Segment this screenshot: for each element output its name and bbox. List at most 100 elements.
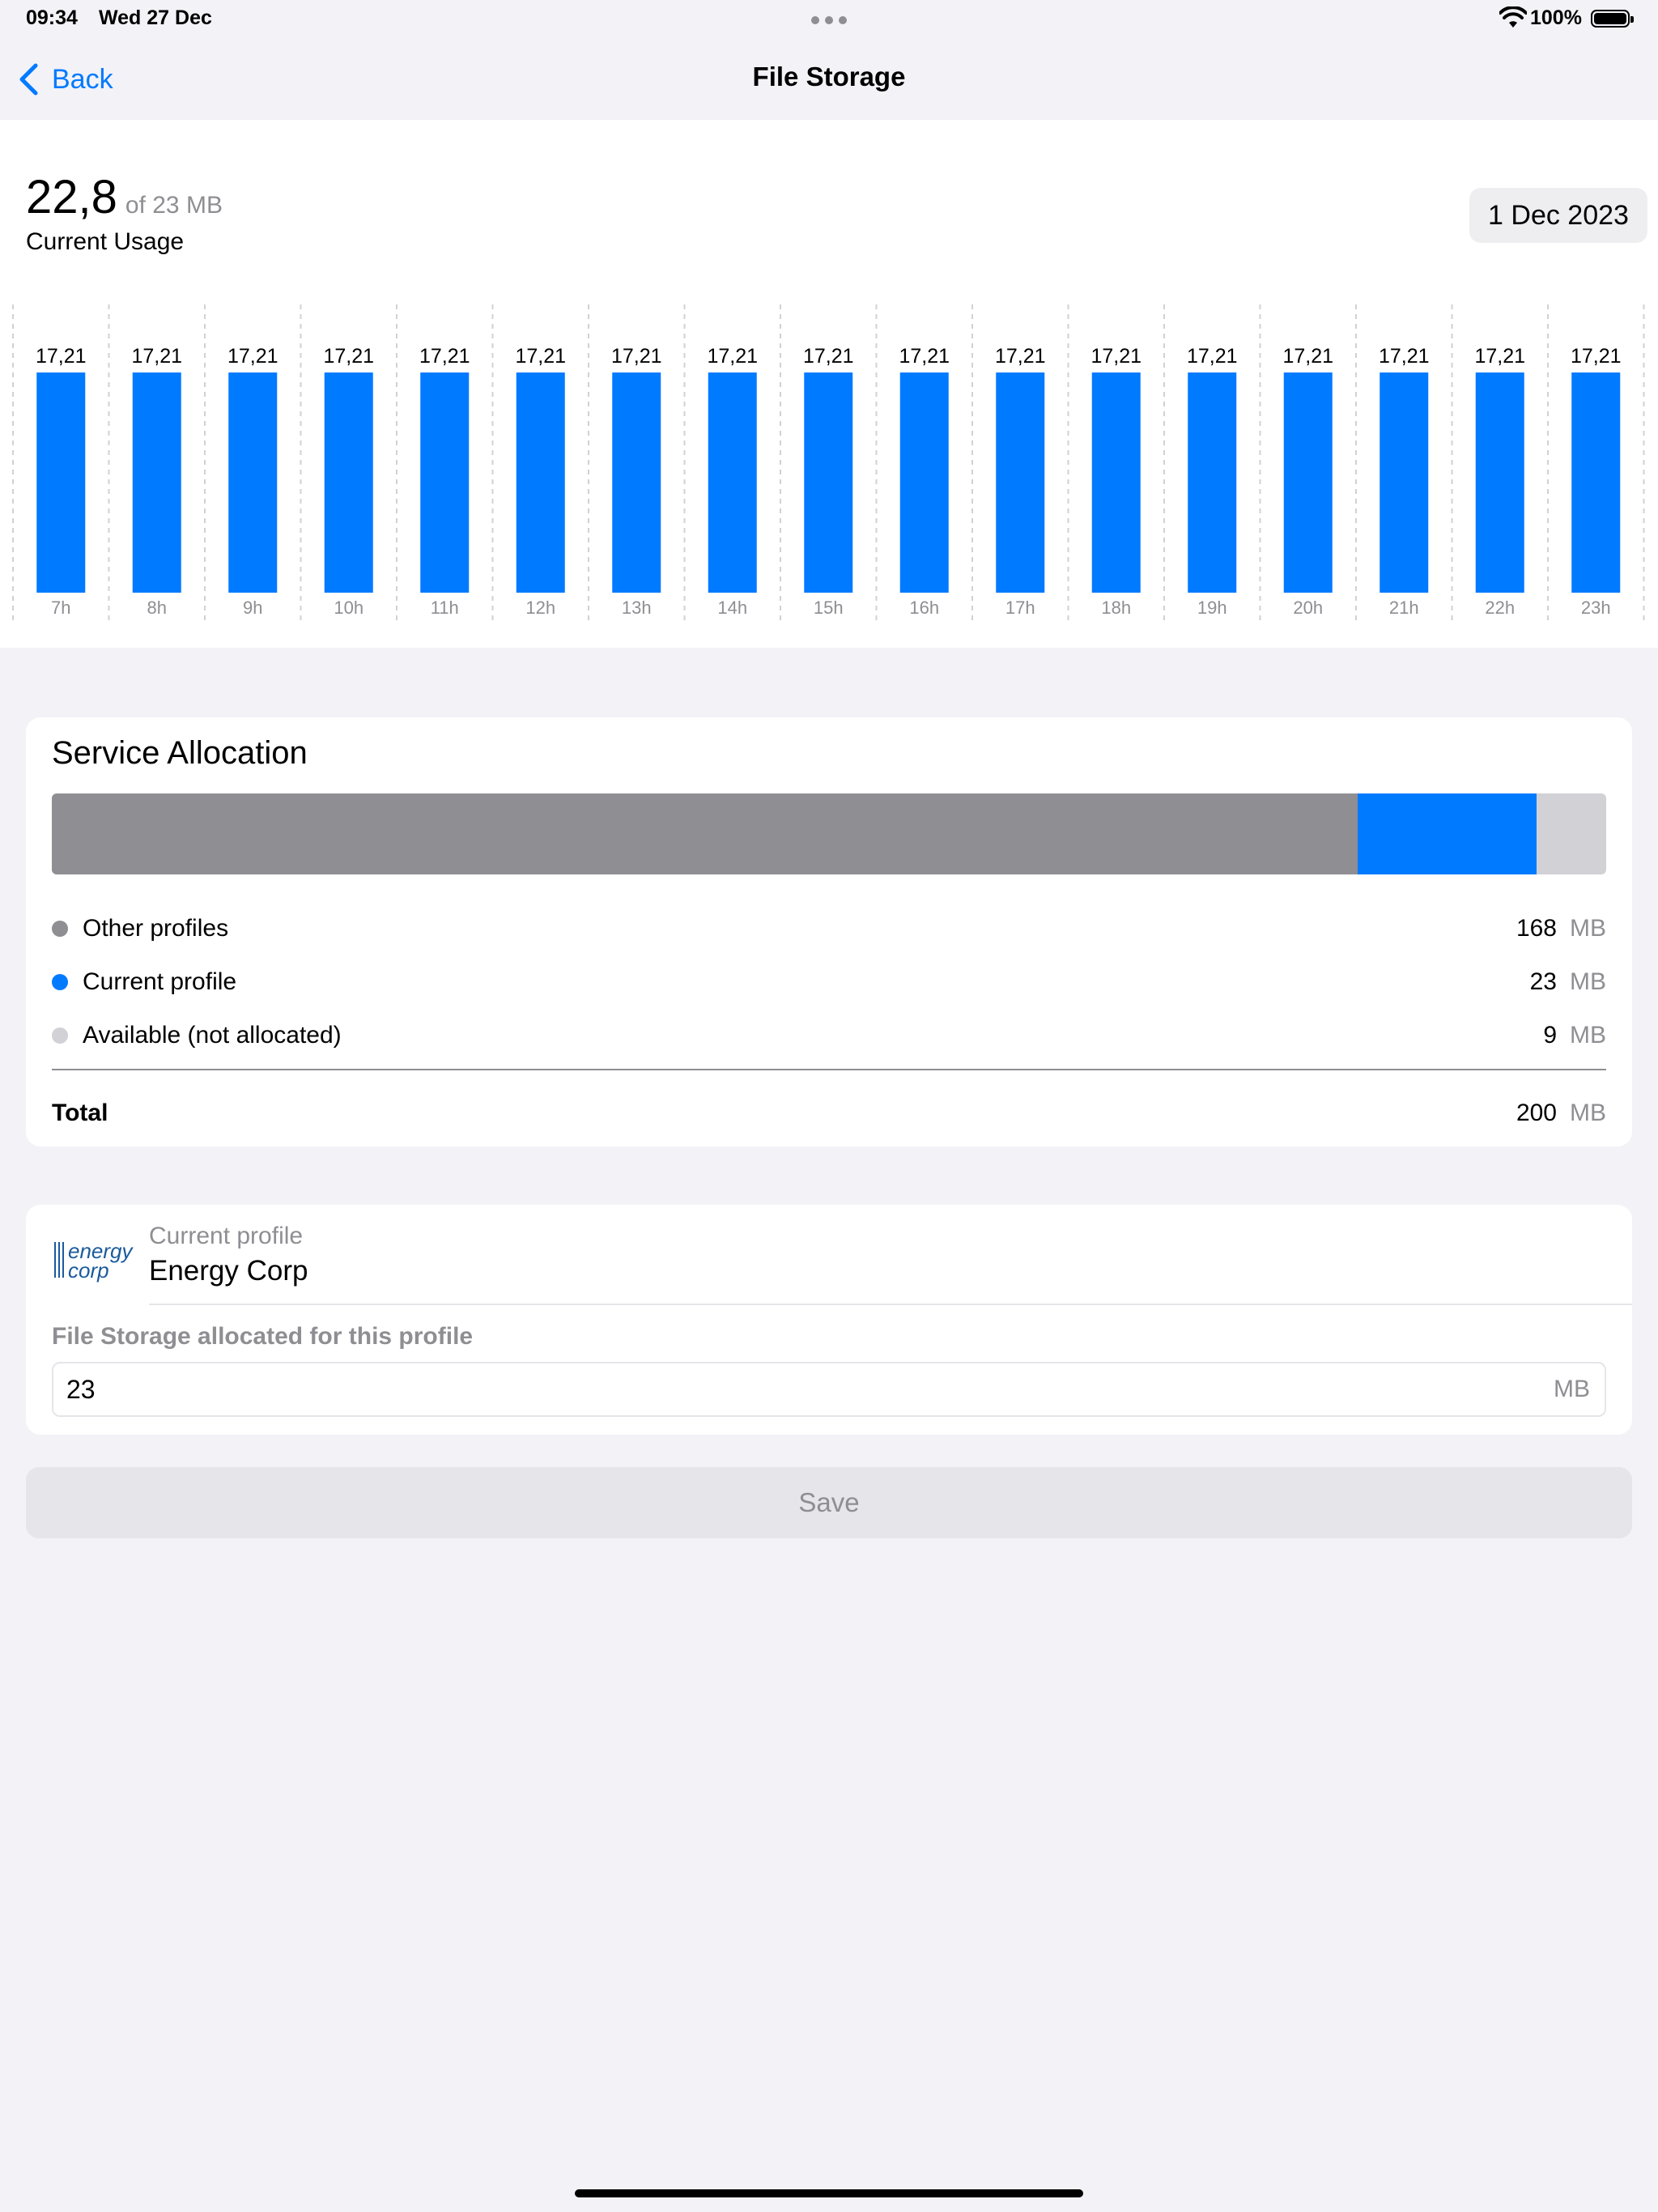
chart-bar xyxy=(1571,372,1621,593)
chart-value-label: 17,21 xyxy=(1571,345,1622,368)
service-allocation-card: Service Allocation Other profiles 168 MB Cu… xyxy=(26,717,1632,1146)
wifi-icon xyxy=(1499,6,1527,28)
legend-value: 23 xyxy=(1529,968,1557,995)
chart-x-tick-label: 17h xyxy=(1005,598,1035,618)
legend-dot-icon xyxy=(52,921,68,937)
chart-x-tick-label: 18h xyxy=(1101,598,1131,618)
status-date: Wed 27 Dec xyxy=(99,6,212,29)
chart-x-tick-label: 19h xyxy=(1197,598,1227,618)
chart-bar xyxy=(132,372,181,593)
chart-bar xyxy=(420,372,470,593)
legend-dot-icon xyxy=(52,1027,68,1044)
chart-value-label: 17,21 xyxy=(1474,345,1525,368)
chart-bar xyxy=(899,372,949,593)
hourly-usage-chart: 17,21 7h 17,21 8h 17,21 9h 17,21 10h 17,21 11h 17,… xyxy=(0,304,1658,628)
chart-value-label: 17,21 xyxy=(36,345,87,368)
hourly-usage-chart-svg: 17,21 7h 17,21 8h 17,21 9h 17,21 10h 17,21 11h 17,… xyxy=(12,304,1645,622)
total-value: 200 xyxy=(1516,1100,1557,1126)
legend-unit: MB xyxy=(1570,915,1606,942)
legend-label: Available (not allocated) xyxy=(83,1022,342,1049)
current-profile-label: Current profile xyxy=(149,1223,304,1249)
total-unit: MB xyxy=(1570,1100,1606,1126)
chart-x-tick-label: 9h xyxy=(243,598,262,618)
allocation-segment xyxy=(1536,793,1606,874)
chart-bar xyxy=(36,372,86,593)
storage-field-label: File Storage allocated for this profile xyxy=(52,1323,474,1350)
legend-unit: MB xyxy=(1570,968,1606,995)
chart-bar xyxy=(996,372,1045,593)
usage-capacity: of 23 MB xyxy=(125,192,223,219)
chart-x-tick-label: 11h xyxy=(431,598,459,618)
status-time: 09:34 xyxy=(26,6,78,29)
navigation-bar: Back File Storage xyxy=(0,39,1658,120)
chart-x-tick-label: 8h xyxy=(147,598,167,618)
home-indicator[interactable] xyxy=(575,2189,1083,2197)
storage-allocation-field[interactable]: MB xyxy=(52,1362,1606,1417)
usage-panel: 22,8 of 23 MB Current Usage 1 Dec 2023 17… xyxy=(0,120,1658,648)
chart-value-label: 17,21 xyxy=(131,345,182,368)
profile-divider xyxy=(149,1304,1632,1305)
usage-summary: 22,8 of 23 MB xyxy=(26,170,223,224)
chart-bar xyxy=(1380,372,1429,593)
chart-value-label: 17,21 xyxy=(227,345,278,368)
legend-value: 168 xyxy=(1516,915,1557,942)
date-picker-button[interactable]: 1 Dec 2023 xyxy=(1469,188,1647,243)
legend-label: Current profile xyxy=(83,968,237,995)
service-allocation-title: Service Allocation xyxy=(52,735,308,771)
chart-bar xyxy=(516,372,565,593)
chart-value-label: 17,21 xyxy=(419,345,470,368)
energy-corp-logo: energy corp xyxy=(54,1239,134,1283)
profile-card: energy corp Current profile Energy Corp … xyxy=(26,1205,1632,1435)
chart-bar xyxy=(1188,372,1237,593)
allocation-segment xyxy=(52,793,1358,874)
storage-allocation-input[interactable] xyxy=(65,1373,1554,1406)
battery-percent: 100% xyxy=(1530,6,1582,29)
chart-value-label: 17,21 xyxy=(803,345,854,368)
allocation-legend-row: Current profile 23 MB xyxy=(52,962,1606,1002)
usage-value: 22,8 xyxy=(26,171,117,223)
chart-value-label: 17,21 xyxy=(707,345,758,368)
chart-x-tick-label: 10h xyxy=(334,598,363,618)
chart-bar xyxy=(804,372,853,593)
multitasking-dots-icon[interactable] xyxy=(811,16,847,24)
chart-bar xyxy=(708,372,757,593)
chart-value-label: 17,21 xyxy=(515,345,566,368)
chart-value-label: 17,21 xyxy=(1379,345,1430,368)
chart-value-label: 17,21 xyxy=(611,345,662,368)
chart-x-tick-label: 21h xyxy=(1389,598,1419,618)
chart-x-tick-label: 23h xyxy=(1581,598,1611,618)
chart-bar xyxy=(612,372,661,593)
status-bar: 09:34 Wed 27 Dec 100% xyxy=(0,0,1658,39)
chart-value-label: 17,21 xyxy=(899,345,950,368)
chart-value-label: 17,21 xyxy=(1187,345,1238,368)
chart-bar xyxy=(1475,372,1524,593)
chart-bar xyxy=(228,372,278,593)
chart-value-label: 17,21 xyxy=(995,345,1046,368)
chart-x-tick-label: 22h xyxy=(1485,598,1515,618)
legend-dot-icon xyxy=(52,974,68,990)
chart-bar xyxy=(324,372,373,593)
total-label: Total xyxy=(52,1100,108,1126)
usage-label: Current Usage xyxy=(26,228,185,255)
chart-x-tick-label: 15h xyxy=(814,598,844,618)
allocation-legend-row: Available (not allocated) 9 MB xyxy=(52,1015,1606,1056)
allocation-segment xyxy=(1357,793,1537,874)
storage-unit: MB xyxy=(1554,1376,1590,1402)
chart-x-tick-label: 14h xyxy=(717,598,747,618)
legend-label: Other profiles xyxy=(83,915,229,942)
profile-name: Energy Corp xyxy=(149,1255,308,1287)
chart-value-label: 17,21 xyxy=(1090,345,1141,368)
chart-value-label: 17,21 xyxy=(323,345,374,368)
legend-unit: MB xyxy=(1570,1022,1606,1049)
chart-x-tick-label: 20h xyxy=(1293,598,1323,618)
allocation-legend-row: Other profiles 168 MB xyxy=(52,908,1606,949)
chart-x-tick-label: 12h xyxy=(525,598,555,618)
chart-x-tick-label: 7h xyxy=(51,598,70,618)
battery-icon xyxy=(1591,10,1634,28)
total-row: Total 200 MB xyxy=(52,1093,1606,1134)
chart-value-label: 17,21 xyxy=(1282,345,1333,368)
chart-x-tick-label: 16h xyxy=(909,598,939,618)
allocation-stacked-bar xyxy=(52,793,1606,874)
save-button[interactable]: Save xyxy=(26,1467,1632,1538)
chart-x-tick-label: 13h xyxy=(622,598,652,618)
